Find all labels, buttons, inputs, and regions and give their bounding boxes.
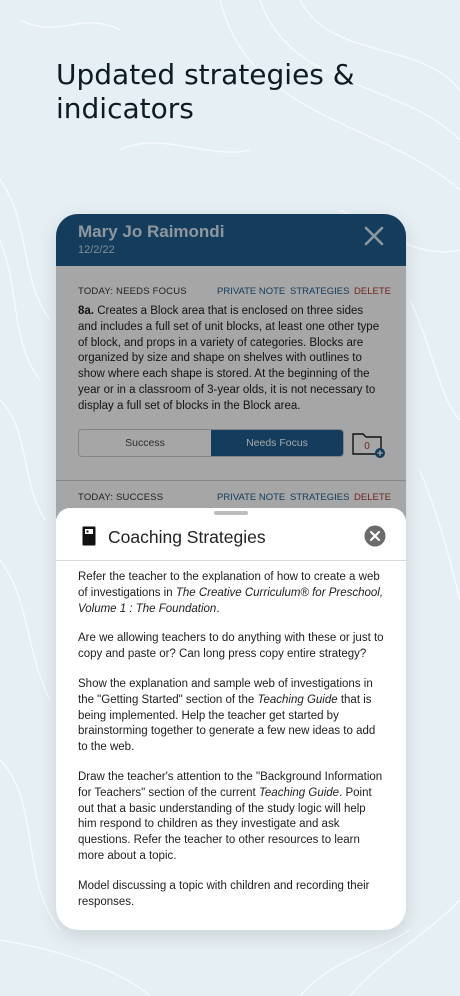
sheet-title: Coaching Strategies	[108, 527, 266, 547]
page-headline: Updated strategies & indicators	[56, 58, 355, 125]
drag-handle[interactable]	[214, 511, 248, 515]
strategy-item: Draw the teacher's attention to the "Bac…	[78, 770, 383, 862]
strategy-item: Are we allowing teachers to do anything …	[78, 632, 384, 661]
book-icon	[82, 526, 96, 546]
strategy-item: Show the explanation and sample web of i…	[78, 677, 376, 754]
phone-screen: Mary Jo Raimondi 12/2/22 TODAY: NEEDS FO…	[56, 214, 406, 930]
sheet-divider	[56, 560, 406, 561]
strategy-list: Refer the teacher to the explanation of …	[78, 570, 384, 924]
close-circle-icon[interactable]	[364, 525, 386, 547]
strategy-item: Model discussing a topic with children a…	[78, 879, 370, 908]
strategy-item: Refer the teacher to the explanation of …	[78, 571, 384, 615]
coaching-strategies-sheet: Coaching Strategies Refer the teacher to…	[56, 508, 406, 930]
